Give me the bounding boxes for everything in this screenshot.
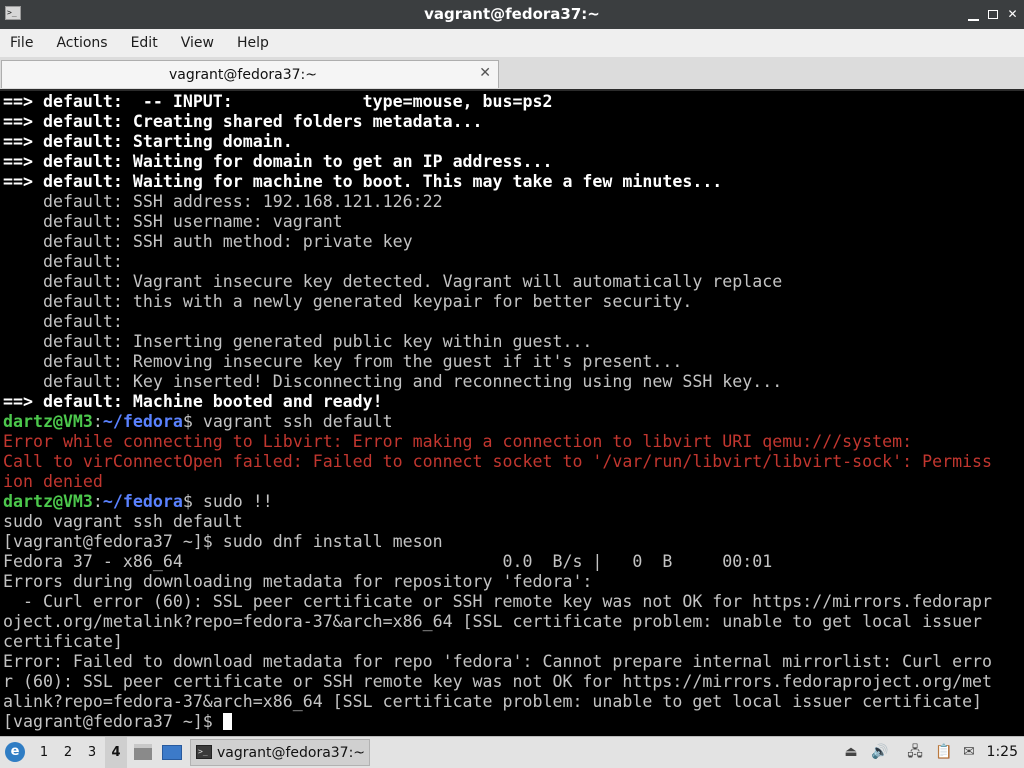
menu-actions[interactable]: Actions [46,35,120,51]
terminal-line: [vagrant@fedora37 ~]$ sudo dnf install m… [3,532,443,551]
workspace-4[interactable]: 4 [105,737,127,768]
restore-icon[interactable] [988,10,998,19]
clock[interactable]: 1:25 [984,737,1018,768]
terminal-line: [vagrant@fedora37 ~]$ [3,712,1003,732]
terminal-line: default: Key inserted! Disconnecting and… [3,372,783,391]
terminal-line: Error: Failed to download metadata for r… [3,652,993,671]
terminal-icon: >_ [196,745,212,759]
terminal-line: - Curl error (60): SSL peer certificate … [3,592,993,611]
task-label: vagrant@fedora37:~ [217,745,366,761]
menu-edit[interactable]: Edit [121,35,171,51]
tab-close-icon[interactable]: ✕ [479,65,491,81]
terminal-line: dartz@VM3:~/fedora$ sudo !! [3,492,273,511]
terminal-line: Errors during downloading metadata for r… [3,572,593,591]
terminal-line: default: [3,312,133,331]
terminal-line: dartz@VM3:~/fedora$ vagrant ssh default [3,412,393,431]
volume-icon[interactable]: 🔊 [871,744,888,760]
minimize-icon[interactable] [968,13,979,21]
window-controls: ✕ [968,0,1018,29]
terminal-line: default: SSH username: vagrant [3,212,343,231]
taskbar: e 1 2 3 4 >_ vagrant@fedora37:~ ⏏ 🔊 🖧 📋 … [0,736,1024,768]
terminal-line: alink?repo=fedora-37&arch=x86_64 [SSL ce… [3,692,983,711]
clipboard-icon[interactable]: 📋 [935,744,952,760]
window-title: vagrant@fedora37:~ [424,5,600,23]
terminal-line: certificate] [3,632,123,651]
terminal-scrollbar[interactable] [1020,91,1024,736]
file-manager-icon[interactable] [134,744,152,760]
terminal-line: ==> default: Creating shared folders met… [3,112,483,131]
terminal-line: ==> default: -- INPUT: type=mouse, bus=p… [3,92,553,111]
terminal-output: ==> default: -- INPUT: type=mouse, bus=p… [3,92,1003,732]
network-icon[interactable]: 🖧 [907,744,923,760]
terminal-line: sudo vagrant ssh default [3,512,243,531]
terminal-line: default: [3,252,133,271]
tab-bar: vagrant@fedora37:~ ✕ [0,57,1024,89]
terminal-line: ion denied [3,472,103,491]
menu-view[interactable]: View [171,35,227,51]
workspace-1[interactable]: 1 [33,737,55,768]
start-menu-icon[interactable]: e [5,742,25,762]
terminal-line: default: this with a newly generated key… [3,292,693,311]
terminal-line: default: SSH address: 192.168.121.126:22 [3,192,443,211]
terminal-line: ==> default: Machine booted and ready! [3,392,383,411]
terminal-line: ==> default: Starting domain. [3,132,293,151]
show-desktop-icon[interactable] [162,745,182,760]
eject-icon[interactable]: ⏏ [843,744,859,760]
tab-label: vagrant@fedora37:~ [168,67,318,83]
workspace-3[interactable]: 3 [81,737,103,768]
workspace-2[interactable]: 2 [57,737,79,768]
terminal-line: r (60): SSL peer certificate or SSH remo… [3,672,993,691]
terminal-cursor [222,713,232,730]
menu-bar: File Actions Edit View Help [0,29,1024,57]
tab-terminal[interactable]: vagrant@fedora37:~ ✕ [1,60,499,88]
taskbar-task-terminal[interactable]: >_ vagrant@fedora37:~ [190,739,370,766]
terminal-line: oject.org/metalink?repo=fedora-37&arch=x… [3,612,983,631]
menu-file[interactable]: File [0,35,46,51]
terminal-view[interactable]: ==> default: -- INPUT: type=mouse, bus=p… [0,91,1024,736]
terminal-line: default: Removing insecure key from the … [3,352,683,371]
terminal-line: Error while connecting to Libvirt: Error… [3,432,913,451]
terminal-line: Fedora 37 - x86_64 0.0 B/s | 0 B 00:01 [3,552,773,571]
terminal-line: ==> default: Waiting for machine to boot… [3,172,723,191]
terminal-line: default: SSH auth method: private key [3,232,413,251]
terminal-line: ==> default: Waiting for domain to get a… [3,152,553,171]
terminal-line: Call to virConnectOpen failed: Failed to… [3,452,993,471]
update-icon[interactable]: ✉ [961,744,977,760]
terminal-line: default: Vagrant insecure key detected. … [3,272,783,291]
terminal-line: default: Inserting generated public key … [3,332,593,351]
menu-help[interactable]: Help [227,35,282,51]
window-titlebar[interactable]: >_ vagrant@fedora37:~ ✕ [0,0,1024,29]
close-icon[interactable]: ✕ [1007,8,1018,20]
